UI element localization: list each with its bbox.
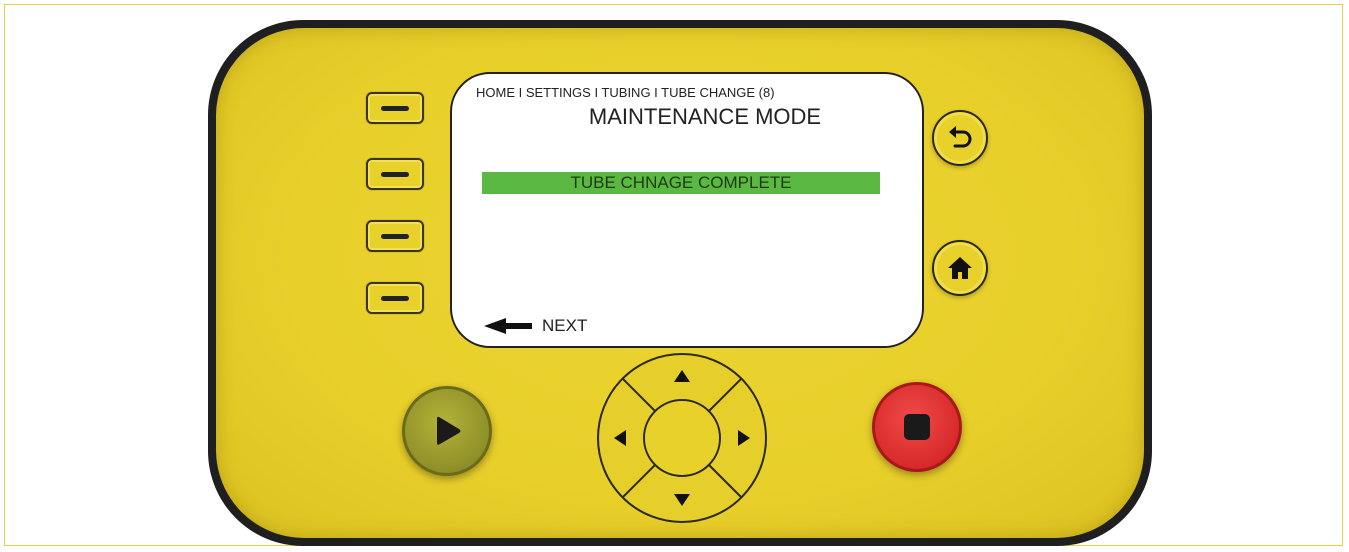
lcd-screen: HOME I SETTINGS I TUBING I TUBE CHANGE (…	[450, 72, 924, 348]
next-label: NEXT	[542, 316, 588, 335]
play-button[interactable]	[402, 386, 492, 476]
soft-key-4[interactable]	[366, 282, 424, 314]
home-icon	[948, 257, 972, 279]
dash-icon	[381, 172, 409, 177]
left-arrow-icon	[484, 318, 532, 334]
home-button[interactable]	[932, 240, 988, 296]
dash-icon	[381, 106, 409, 111]
breadcrumb: HOME I SETTINGS I TUBING I TUBE CHANGE (…	[476, 85, 775, 100]
dpad-center-button[interactable]	[643, 399, 721, 477]
dash-icon	[381, 234, 409, 239]
next-button[interactable]: NEXT	[484, 314, 587, 338]
control-panel: HOME I SETTINGS I TUBING I TUBE CHANGE (…	[216, 28, 1144, 538]
dash-icon	[381, 296, 409, 301]
soft-key-2[interactable]	[366, 158, 424, 190]
direction-pad	[597, 353, 767, 523]
back-button[interactable]	[932, 110, 988, 166]
stop-icon	[904, 414, 930, 440]
play-icon	[437, 416, 461, 445]
status-banner: TUBE CHNAGE COMPLETE	[482, 172, 880, 194]
stop-button[interactable]	[872, 382, 962, 472]
page-title: MAINTENANCE MODE	[588, 104, 822, 129]
back-arrow-icon	[949, 126, 972, 148]
soft-key-3[interactable]	[366, 220, 424, 252]
soft-key-1[interactable]	[366, 92, 424, 124]
device-bezel: HOME I SETTINGS I TUBING I TUBE CHANGE (…	[208, 20, 1152, 546]
